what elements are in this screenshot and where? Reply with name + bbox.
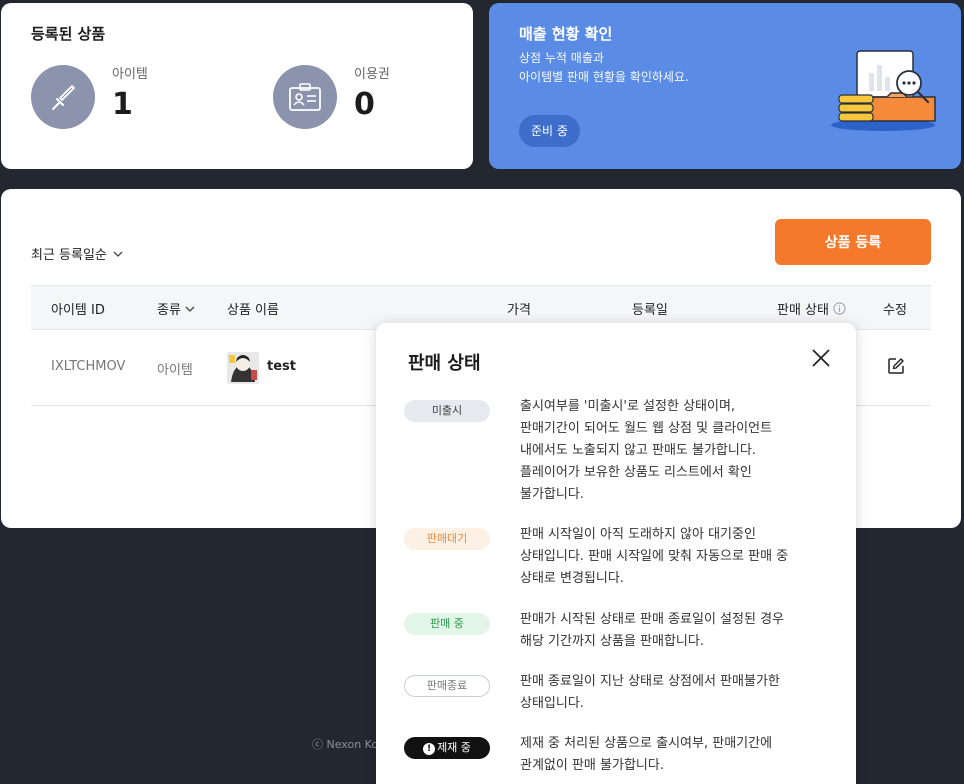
info-icon[interactable]: [833, 302, 846, 315]
desc-line: 판매 종료일이 지난 상태로 상점에서 판매불가한: [520, 674, 780, 689]
row-type: 아이템: [157, 363, 193, 378]
registered-products-card: 등록된 상품 아이템 1 이용권 0: [1, 3, 473, 169]
status-description: 판매 시작일이 아직 도래하지 않아 대기중인 상태입니다. 판매 시작일에 맞…: [520, 524, 830, 590]
desc-line: 플레이어가 보유한 상품도 리스트에서 확인: [520, 465, 752, 480]
desc-line: 상태로 변경됩니다.: [520, 571, 624, 586]
desc-line: 해당 기간까지 상품을 판매합니다.: [520, 634, 704, 649]
desc-line: 불가합니다.: [520, 487, 584, 502]
desc-line: 출시여부를 '미출시'로 설정한 상태이며,: [520, 399, 736, 414]
desc-line: 판매기간이 되어도 월드 웹 상점 및 클라이언트: [520, 421, 773, 436]
desc-line: 내에서도 노출되지 않고 판매도 불가합니다.: [520, 443, 756, 458]
sales-description: 상점 누적 매출과 아이템별 판매 현황을 확인하세요.: [519, 49, 689, 87]
status-badge-label: 제재 중: [437, 741, 471, 754]
column-item-id: 아이템 ID: [51, 303, 105, 318]
sales-status-card: 매출 현황 확인 상점 누적 매출과 아이템별 판매 현황을 확인하세요. 준비…: [489, 3, 961, 169]
status-badge: 판매종료: [404, 675, 490, 697]
column-type-label: 종류: [157, 303, 181, 318]
sales-desc-line1: 상점 누적 매출과: [519, 51, 604, 65]
column-date: 등록일: [632, 303, 668, 318]
vouchers-label: 이용권: [354, 67, 390, 82]
exclamation-icon: !: [423, 743, 436, 755]
registered-products-title: 등록된 상품: [31, 25, 106, 43]
popup-title: 판매 상태: [408, 353, 481, 374]
desc-line: 제재 중 처리된 상품으로 출시여부, 판매기간에: [520, 736, 773, 751]
item-thumbnail: [227, 352, 259, 384]
sort-dropdown[interactable]: 최근 등록일순: [31, 244, 123, 263]
id-card-icon: [273, 65, 337, 129]
status-description: 판매가 시작된 상태로 판매 종료일이 설정된 경우 해당 기간까지 상품을 판…: [520, 609, 830, 653]
sales-desc-line2: 아이템별 판매 현황을 확인하세요.: [519, 70, 689, 84]
preparing-badge[interactable]: 준비 중: [519, 115, 580, 147]
column-status: 판매 상태: [777, 299, 846, 318]
close-icon[interactable]: [808, 345, 834, 371]
status-badge: 판매 중: [404, 613, 490, 635]
row-item-id: IXLTCHMOV: [51, 359, 126, 374]
desc-line: 관계없이 판매 불가합니다.: [520, 758, 664, 773]
sales-illustration-icon: [831, 50, 936, 131]
sort-label: 최근 등록일순: [31, 248, 107, 263]
status-badge: 미출시: [404, 400, 490, 422]
column-name: 상품 이름: [227, 303, 279, 318]
desc-line: 판매 시작일이 아직 도래하지 않아 대기중인: [520, 527, 756, 542]
desc-line: 상태입니다. 판매 시작일에 맞춰 자동으로 판매 중: [520, 549, 789, 564]
footer-copyright: ⓒ Nexon Ko: [312, 738, 379, 751]
sales-title: 매출 현황 확인: [519, 25, 613, 43]
desc-line: 판매가 시작된 상태로 판매 종료일이 설정된 경우: [520, 612, 784, 627]
sale-status-popup: 판매 상태 미출시 출시여부를 '미출시'로 설정한 상태이며, 판매기간이 되…: [376, 323, 856, 784]
row-item-name[interactable]: test: [267, 359, 296, 374]
status-description: 제재 중 처리된 상품으로 출시여부, 판매기간에 관계없이 판매 불가합니다.: [520, 733, 830, 777]
sword-icon: [31, 65, 95, 129]
register-product-button[interactable]: 상품 등록: [775, 219, 931, 265]
items-count: 1: [112, 87, 133, 122]
edit-icon[interactable]: [887, 357, 905, 375]
status-badge: 판매대기: [404, 528, 490, 550]
items-label: 아이템: [112, 67, 148, 82]
column-price: 가격: [507, 303, 531, 318]
column-type[interactable]: 종류: [157, 299, 195, 318]
desc-line: 상태입니다.: [520, 696, 584, 711]
column-edit: 수정: [883, 303, 907, 318]
chevron-down-icon: [113, 251, 123, 257]
column-status-label: 판매 상태: [777, 303, 829, 318]
vouchers-count: 0: [354, 87, 375, 122]
status-description: 출시여부를 '미출시'로 설정한 상태이며, 판매기간이 되어도 월드 웹 상점…: [520, 396, 830, 506]
status-badge: ! 제재 중: [404, 737, 490, 759]
status-description: 판매 종료일이 지난 상태로 상점에서 판매불가한 상태입니다.: [520, 671, 830, 715]
chevron-down-icon: [185, 306, 195, 312]
